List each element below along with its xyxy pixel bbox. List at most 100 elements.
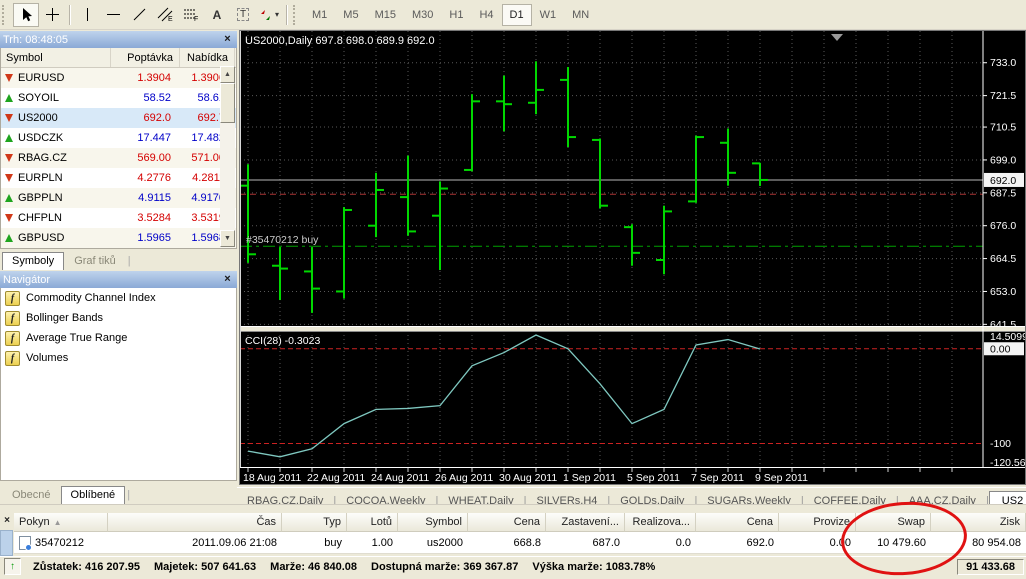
timeframe-drag-handle[interactable] <box>293 4 300 25</box>
timeframe-w1-button[interactable]: W1 <box>532 4 565 26</box>
order-cell-realizova: 0.0 <box>625 532 696 553</box>
timeframe-h1-button[interactable]: H1 <box>441 4 471 26</box>
column-ask[interactable]: Nabídka <box>180 48 235 67</box>
bid-value: 1.5965 <box>137 232 171 244</box>
text-label-tool-button[interactable]: T <box>230 3 256 27</box>
date-label: 30 Aug 2011 <box>499 472 557 484</box>
terminal-column-symbol[interactable]: Symbol <box>398 513 468 532</box>
toolbar-drag-handle[interactable] <box>2 4 9 25</box>
current-price-tag: 692.0 <box>984 172 1024 187</box>
svg-text:710.5: 710.5 <box>990 122 1016 134</box>
terminal-column-cena[interactable]: Cena <box>468 513 546 532</box>
symbol-row-gbpusd[interactable]: GBPUSD 1.5965 1.5968 <box>1 228 236 248</box>
order-cell-lot: 1.00 <box>347 532 398 553</box>
symbol-row-soyoil[interactable]: SOYOIL 58.52 58.61 <box>1 88 236 108</box>
svg-text:0.00: 0.00 <box>990 344 1011 356</box>
chart-window[interactable]: 733.0 721.5 710.5 699.0 687.5 676.0 664.5 653.0… <box>239 30 1026 485</box>
order-row[interactable]: 35470212 2011.09.06 21:08 buy 1.00 us2000 668… <box>14 532 1026 554</box>
crosshair-icon <box>45 7 60 22</box>
text-tool-button[interactable]: A <box>204 3 230 27</box>
terminal-column-typ[interactable]: Typ <box>282 513 347 532</box>
navigator-item-commodity-channel-index[interactable]: f Commodity Channel Index <box>1 288 236 308</box>
svg-text:653.0: 653.0 <box>990 286 1016 298</box>
order-cell-cena: 692.0 <box>696 532 779 553</box>
symbol-name: SOYOIL <box>18 92 59 104</box>
crosshair-tool-button[interactable] <box>39 3 65 27</box>
terminal-column-provize[interactable]: Provize <box>779 513 856 532</box>
column-symbol[interactable]: Symbol <box>1 48 111 67</box>
symbol-row-eurusd[interactable]: EURUSD 1.3904 1.3906 <box>1 68 236 88</box>
terminal-column-pokyn[interactable]: Pokyn ▲ <box>14 513 108 532</box>
market-watch-tab-2[interactable]: Graf tiků <box>64 252 126 270</box>
navigator-item-volumes[interactable]: f Volumes <box>1 348 236 368</box>
market-watch-scrollbar[interactable]: ▲ ▼ <box>220 66 235 247</box>
timeframe-m1-button[interactable]: M1 <box>304 4 335 26</box>
vertical-line-tool-button[interactable] <box>74 3 100 27</box>
close-icon[interactable]: × <box>221 273 234 286</box>
navigator-tab-1[interactable]: Obecné <box>2 486 61 504</box>
market-watch-titlebar[interactable]: Trh: 08:48:05 × <box>0 31 237 48</box>
timeframe-m15-button[interactable]: M15 <box>367 4 404 26</box>
down-arrow-icon <box>5 74 13 82</box>
order-cell-provize: 0.00 <box>779 532 856 553</box>
terminal-column-lot[interactable]: Lotů <box>347 513 398 532</box>
navigator-tab-2[interactable]: Oblíbené <box>60 486 126 504</box>
column-bid[interactable]: Poptávka <box>111 48 180 67</box>
symbol-name: US2000 <box>18 112 58 124</box>
close-icon[interactable]: × <box>221 33 234 46</box>
price-chart[interactable]: 733.0 721.5 710.5 699.0 687.5 676.0 664.5 653.0… <box>240 31 1026 484</box>
symbol-row-gbppln[interactable]: GBPPLN 4.9115 4.9170 <box>1 188 236 208</box>
cci-level-label: -100 <box>990 438 1011 450</box>
symbol-row-chfpln[interactable]: CHFPLN 3.5284 3.5319 <box>1 208 236 228</box>
arrows-tool-button[interactable]: ▾ <box>256 3 282 27</box>
status-segment: Marže: 46 840.08 <box>270 560 357 573</box>
indicator-name: Commodity Channel Index <box>26 292 156 304</box>
fibonacci-tool-button[interactable]: F <box>178 3 204 27</box>
scrollbar-thumb[interactable] <box>220 83 235 123</box>
navigator-titlebar[interactable]: Navigátor × <box>0 271 237 288</box>
navigator-tabs: Obecné Oblíbené | <box>0 483 239 504</box>
horizontal-line-icon <box>106 14 120 15</box>
scroll-down-icon[interactable]: ▼ <box>220 230 235 247</box>
symbol-row-rbag.cz[interactable]: RBAG.CZ 569.00 571.00 <box>1 148 236 168</box>
timeframe-h4-button[interactable]: H4 <box>471 4 501 26</box>
up-arrow-icon <box>5 94 13 102</box>
status-bar: ↑ Zůstatek: 416 207.95 Majetek: 507 641.6… <box>0 556 1026 576</box>
symbol-cell: SOYOIL <box>1 92 109 104</box>
bid-value: 692.0 <box>143 112 171 124</box>
equidistant-channel-tool-button[interactable]: E <box>152 3 178 27</box>
market-watch-tab-1[interactable]: Symboly <box>2 252 65 270</box>
scroll-up-icon[interactable]: ▲ <box>220 66 235 83</box>
close-icon[interactable]: × <box>1 514 13 526</box>
timeframe-m30-button[interactable]: M30 <box>404 4 441 26</box>
chart-title: US2000,Daily 697.8 698.0 689.9 692.0 <box>245 35 435 47</box>
timeframe-m5-button[interactable]: M5 <box>335 4 366 26</box>
navigator-item-bollinger-bands[interactable]: f Bollinger Bands <box>1 308 236 328</box>
terminal-column-realizova[interactable]: Realizova... <box>625 513 696 532</box>
total-profit-value: 91 433.68 <box>957 558 1024 575</box>
symbol-row-usdczk[interactable]: USDCZK 17.447 17.482 <box>1 128 236 148</box>
navigator-item-average-true-range[interactable]: f Average True Range <box>1 328 236 348</box>
arrows-icon: ▾ <box>259 8 279 22</box>
terminal-column-as[interactable]: Čas <box>108 513 282 532</box>
terminal-column-cena[interactable]: Cena <box>696 513 779 532</box>
down-arrow-icon <box>5 174 13 182</box>
symbol-row-us2000[interactable]: US2000 692.0 692.7 <box>1 108 236 128</box>
terminal-column-zastaven[interactable]: Zastavení... <box>546 513 625 532</box>
timeframe-group: M1 M5 M15 M30 H1 H4 D1 W1 MN <box>304 3 597 26</box>
pane-separator[interactable] <box>240 326 1025 332</box>
terminal-column-swap[interactable]: Swap <box>856 513 931 532</box>
symbol-row-eurpln[interactable]: EURPLN 4.2776 4.2811 <box>1 168 236 188</box>
svg-text:733.0: 733.0 <box>990 57 1016 69</box>
order-cell-zisk: 80 954.08 <box>931 532 1026 553</box>
order-cell-typ: buy <box>282 532 347 553</box>
terminal-column-zisk[interactable]: Zisk <box>931 513 1026 532</box>
trendline-tool-button[interactable] <box>126 3 152 27</box>
timeframe-d1-button[interactable]: D1 <box>501 3 532 26</box>
symbol-cell: EURPLN <box>1 172 109 184</box>
timeframe-mn-button[interactable]: MN <box>564 4 597 26</box>
cursor-tool-button[interactable] <box>13 2 39 27</box>
date-label: 24 Aug 2011 <box>371 472 429 484</box>
indicator-icon: f <box>5 350 20 366</box>
horizontal-line-tool-button[interactable] <box>100 3 126 27</box>
